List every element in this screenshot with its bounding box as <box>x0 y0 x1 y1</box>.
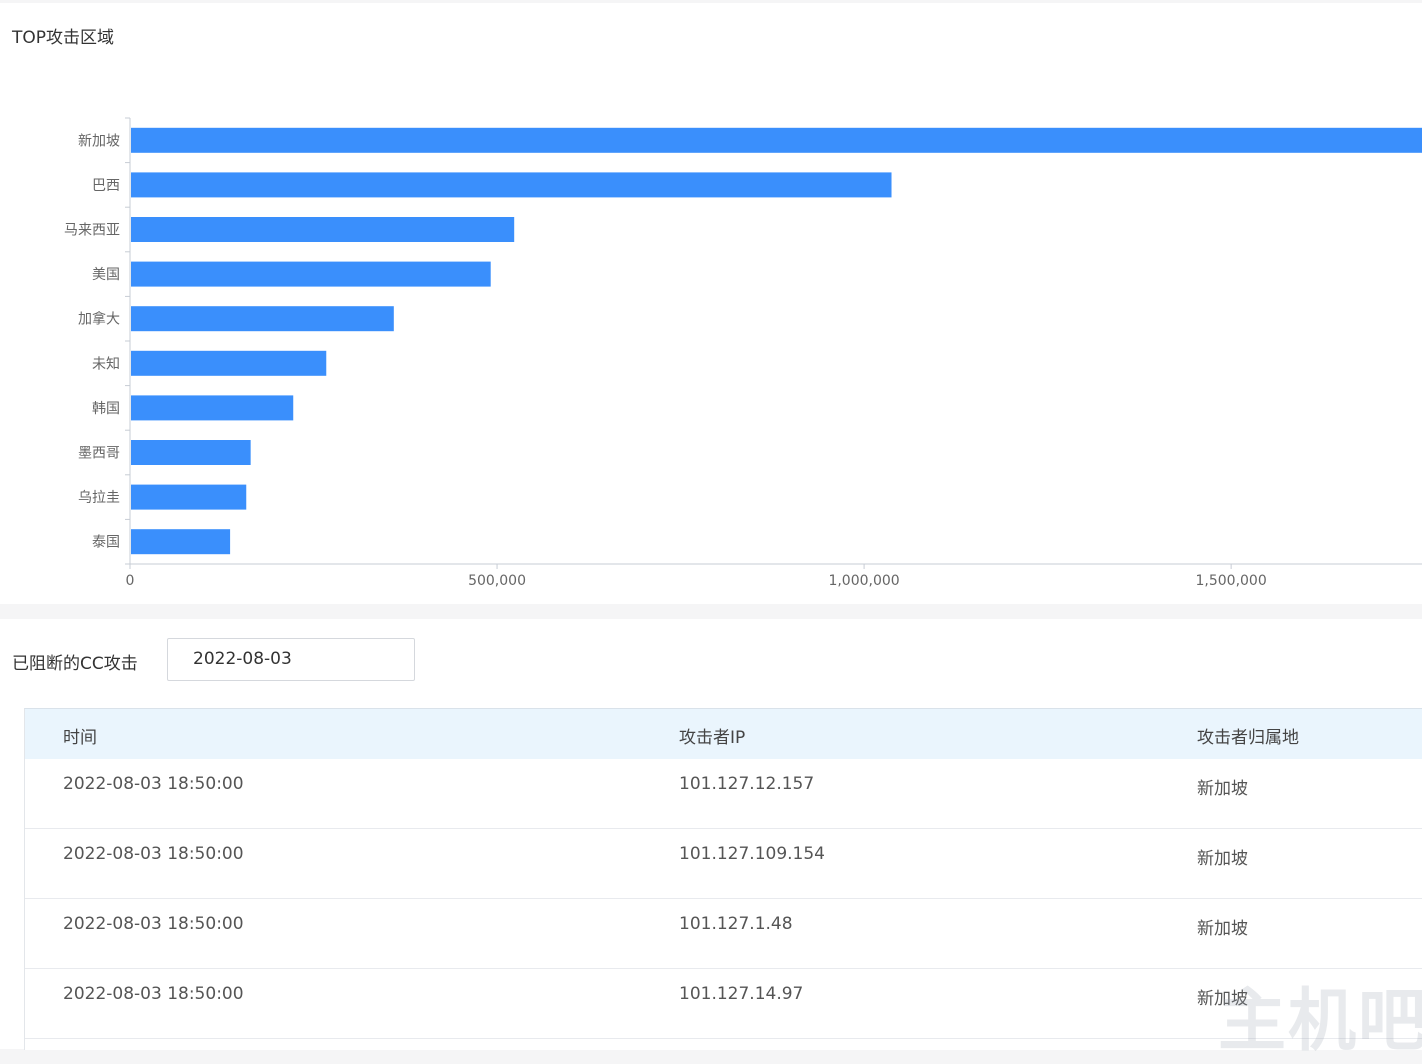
bar <box>131 217 515 242</box>
bar <box>131 529 231 555</box>
date-picker-input[interactable]: 2022-08-03 <box>167 638 415 681</box>
cell-attacker-location: 新加坡 <box>1197 919 1248 939</box>
bar <box>131 484 247 510</box>
cell-time: 2022-08-03 18:50:00 <box>63 774 244 794</box>
cell-time: 2022-08-03 18:50:00 <box>63 844 244 864</box>
blocked-cc-label: 已阻断的CC攻击 <box>12 654 138 674</box>
x-tick-label: 1,000,000 <box>828 573 899 589</box>
category-label: 加拿大 <box>78 311 120 328</box>
bar <box>131 172 892 198</box>
column-header-time[interactable]: 时间 <box>63 723 97 748</box>
cell-time: 2022-08-03 18:50:00 <box>63 914 244 934</box>
cell-attacker-ip: 101.127.1.48 <box>679 914 793 934</box>
cell-attacker-location: 新加坡 <box>1197 779 1248 799</box>
category-label: 泰国 <box>92 535 120 551</box>
bar <box>131 127 1422 153</box>
bar <box>131 350 327 376</box>
x-tick-label: 500,000 <box>468 573 526 589</box>
table-row[interactable]: 2022-08-03 18:50:00 101.127.109.154 新加坡 <box>25 829 1422 899</box>
x-tick-label: 1,500,000 <box>1196 573 1267 589</box>
category-label: 未知 <box>92 355 120 372</box>
category-label: 新加坡 <box>78 133 120 149</box>
table-row[interactable]: 2022-08-03 18:50:00 101.127.14.97 新加坡 <box>25 969 1422 1039</box>
table-row[interactable]: 2022-08-03 18:50:00 101.127.1.48 新加坡 <box>25 899 1422 969</box>
top-regions-bar-chart: 新加坡巴西马来西亚美国加拿大未知韩国墨西哥乌拉圭泰国 0 500,000 1,000,… <box>64 117 1422 589</box>
category-label: 墨西哥 <box>78 446 120 462</box>
top-attack-regions-panel: TOP攻击区域 新加坡 巴西 马来西亚 美国 加拿大 未知 韩国 墨西哥 乌拉圭 泰国 0 500,0… <box>0 3 1422 604</box>
category-label: 乌拉圭 <box>78 490 120 506</box>
bar <box>131 440 251 465</box>
bar <box>131 395 294 421</box>
category-label: 巴西 <box>92 178 120 194</box>
category-label: 韩国 <box>92 401 120 417</box>
category-label: 马来西亚 <box>64 223 120 239</box>
cell-attacker-ip: 101.127.109.154 <box>679 844 826 864</box>
blocked-attacks-table: 时间 攻击者IP 攻击者归属地 2022-08-03 18:50:00 101.… <box>24 708 1422 1050</box>
x-tick-label: 0 <box>126 573 135 589</box>
table-row[interactable]: 2022-08-03 18:50:00 101.127.12.157 新加坡 <box>25 759 1422 829</box>
column-header-attacker-ip[interactable]: 攻击者IP <box>679 723 745 748</box>
cell-time: 2022-08-03 18:50:00 <box>63 984 244 1004</box>
blocked-cc-panel: 已阻断的CC攻击 2022-08-03 时间 攻击者IP 攻击者归属地 2022… <box>0 619 1422 1050</box>
cell-attacker-location: 新加坡 <box>1197 849 1248 869</box>
cell-attacker-ip: 101.127.12.157 <box>679 774 815 794</box>
cell-attacker-location: 新加坡 <box>1197 989 1248 1009</box>
table-header: 时间 攻击者IP 攻击者归属地 <box>25 709 1422 759</box>
bar <box>131 261 491 287</box>
cell-attacker-ip: 101.127.14.97 <box>679 984 804 1004</box>
column-header-attacker-location[interactable]: 攻击者归属地 <box>1197 723 1299 748</box>
category-label: 美国 <box>92 267 120 283</box>
bar <box>131 306 394 332</box>
